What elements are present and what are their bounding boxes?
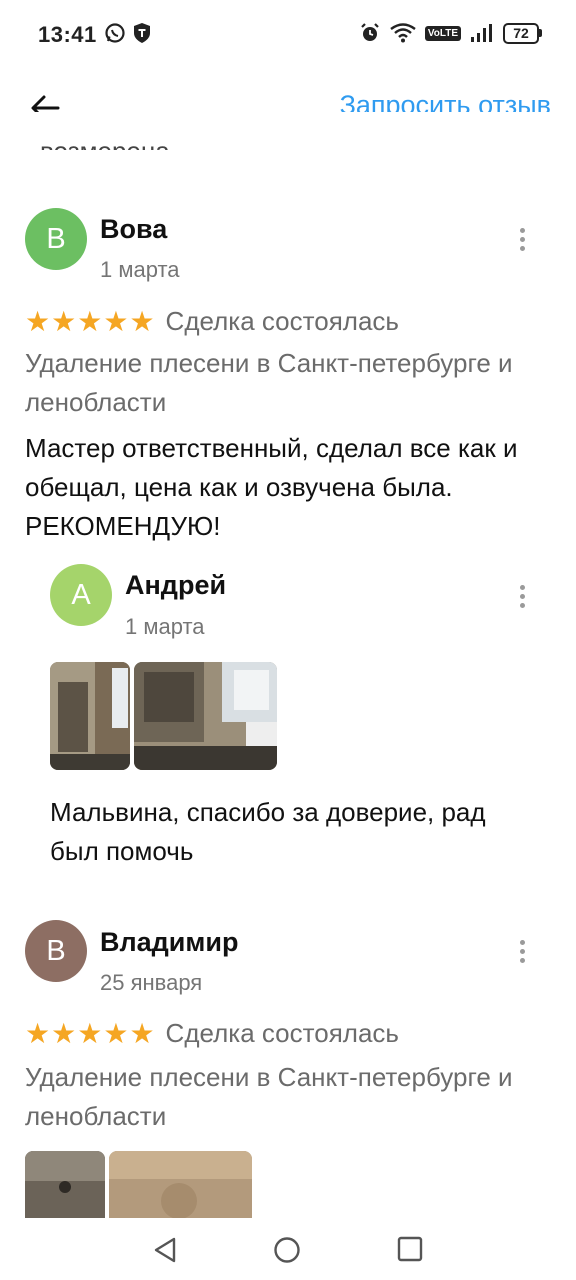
reply-avatar[interactable]: А xyxy=(50,564,112,626)
nav-recents-icon[interactable] xyxy=(397,1236,423,1262)
battery-level: 72 xyxy=(503,22,539,44)
review-author[interactable]: Вова xyxy=(100,214,167,245)
photo-thumbnail xyxy=(25,1151,105,1218)
deal-status: Сделка состоялась xyxy=(165,306,399,336)
status-time: 13:41 xyxy=(38,22,97,47)
more-vertical-icon[interactable] xyxy=(510,582,534,614)
star-icon: ★ xyxy=(51,1017,77,1049)
review-card: В Вова 1 марта ★ ★ ★ ★ ★ Сделка состояла… xyxy=(0,150,576,870)
service-name: Удаление плесени в Санкт-петербурге и ле… xyxy=(25,348,513,417)
truncated-text: возмерена xyxy=(40,128,170,150)
review-text: Мастер ответственный, сделал все как и о… xyxy=(25,433,518,541)
whatsapp-icon xyxy=(105,23,125,43)
reply-text: Мальвина, спасибо за доверие, рад был по… xyxy=(50,797,486,866)
deal-status: Сделка состоялась xyxy=(165,1018,399,1048)
reply-photo[interactable] xyxy=(50,662,130,770)
more-vertical-icon[interactable] xyxy=(510,225,534,257)
shield-icon xyxy=(134,23,150,43)
alarm-icon xyxy=(361,23,379,41)
star-icon: ★ xyxy=(103,305,129,337)
star-icon: ★ xyxy=(25,305,51,337)
status-bar: 13:41 VoLTE 72 xyxy=(0,0,576,70)
wifi-icon xyxy=(390,23,416,43)
review-card: В Владимир 25 января ★ ★ ★ ★ ★ Сделка со… xyxy=(0,870,576,1218)
review-date: 1 марта xyxy=(100,257,180,282)
volte-badge: VoLTE xyxy=(424,25,461,41)
signal-icon xyxy=(471,24,492,42)
star-icon: ★ xyxy=(25,1017,51,1049)
photo-thumbnail xyxy=(134,662,277,770)
battery-icon: 72 xyxy=(503,22,542,44)
star-icon: ★ xyxy=(129,1017,155,1049)
service-name: Удаление плесени в Санкт-петербурге и ле… xyxy=(25,1062,513,1131)
rating-row: ★ ★ ★ ★ ★ Сделка состоялась xyxy=(25,306,399,337)
reply-date: 1 марта xyxy=(125,614,205,639)
star-icon: ★ xyxy=(51,305,77,337)
review-author[interactable]: Владимир xyxy=(100,927,238,958)
rating-row: ★ ★ ★ ★ ★ Сделка состоялась xyxy=(25,1018,399,1049)
star-icon: ★ xyxy=(77,305,103,337)
star-icon: ★ xyxy=(103,1017,129,1049)
photo-thumbnail xyxy=(50,662,130,770)
reply-author[interactable]: Андрей xyxy=(125,570,226,601)
avatar[interactable]: В xyxy=(25,920,87,982)
avatar[interactable]: В xyxy=(25,208,87,270)
review-photo[interactable] xyxy=(25,1151,105,1218)
review-photo[interactable] xyxy=(109,1151,252,1218)
system-nav-bar xyxy=(0,1218,576,1280)
photo-thumbnail xyxy=(109,1151,252,1218)
nav-home-icon[interactable] xyxy=(273,1236,301,1264)
nav-back-icon[interactable] xyxy=(152,1236,178,1264)
reviews-list[interactable]: В Вова 1 марта ★ ★ ★ ★ ★ Сделка состояла… xyxy=(0,150,576,1218)
star-icon: ★ xyxy=(77,1017,103,1049)
review-date: 25 января xyxy=(100,970,203,995)
reply-photo[interactable] xyxy=(134,662,277,770)
star-icon: ★ xyxy=(129,305,155,337)
more-vertical-icon[interactable] xyxy=(510,937,534,969)
